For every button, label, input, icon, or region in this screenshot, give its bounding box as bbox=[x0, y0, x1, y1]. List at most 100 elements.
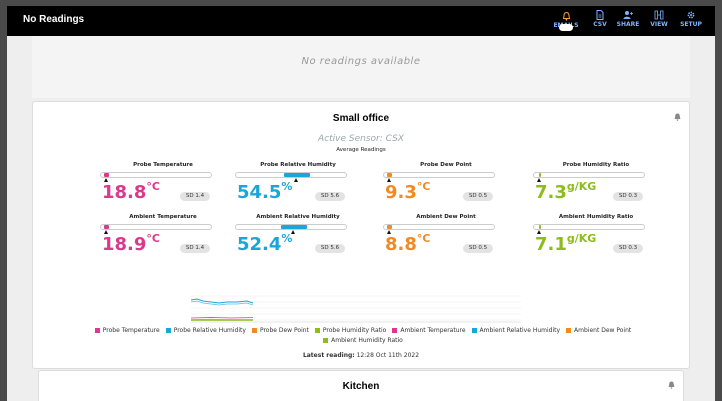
legend-swatch bbox=[165, 328, 171, 333]
legend-label: Probe Humidity Ratio bbox=[322, 327, 387, 334]
metric-label: Probe Dew Point bbox=[420, 162, 472, 168]
no-readings-panel: No readings available bbox=[32, 36, 690, 98]
metric-tile: Ambient Temperature 18.9°C SD 1.4 bbox=[88, 214, 238, 262]
legend-swatch bbox=[94, 328, 100, 333]
legend-item[interactable]: Probe Humidity Ratio bbox=[314, 326, 387, 336]
average-readings-label: Average Readings bbox=[336, 147, 386, 153]
bell-icon[interactable] bbox=[668, 381, 675, 389]
sensor-card-small-office: Small office Active Sensor: CSX Average … bbox=[32, 101, 690, 369]
sd-badge: SD 5.6 bbox=[315, 244, 345, 253]
legend-label: Ambient Relative Humidity bbox=[479, 327, 561, 334]
metric-tile: Ambient Humidity Ratio 7.1g/KG SD 0.3 bbox=[521, 214, 671, 262]
csv-button[interactable]: CSV bbox=[586, 10, 614, 34]
level-bar-fill bbox=[104, 225, 109, 229]
metric-tile: Ambient Relative Humidity 52.4% SD 5.6 bbox=[223, 214, 373, 262]
level-bar bbox=[100, 224, 212, 230]
metric-value: 54.5% bbox=[237, 180, 293, 203]
metric-number: 18.9 bbox=[102, 234, 147, 255]
metric-unit: g/KG bbox=[566, 232, 597, 245]
legend-item[interactable]: Ambient Humidity Ratio bbox=[323, 336, 403, 346]
bell-icon[interactable] bbox=[674, 113, 681, 121]
level-pointer-icon bbox=[293, 178, 298, 182]
metric-tile: Probe Relative Humidity 54.5% SD 5.6 bbox=[223, 162, 373, 210]
legend-item[interactable]: Probe Relative Humidity bbox=[165, 326, 246, 336]
latest-reading-label: Latest reading: bbox=[302, 352, 355, 359]
metric-number: 7.3 bbox=[535, 182, 567, 203]
metric-label: Ambient Temperature bbox=[129, 214, 197, 220]
metric-unit: °C bbox=[146, 232, 160, 245]
legend-swatch bbox=[566, 328, 572, 333]
view-label: VIEW bbox=[650, 21, 668, 28]
view-button[interactable]: VIEW bbox=[645, 10, 673, 34]
active-sensor: Active Sensor: CSX bbox=[318, 134, 404, 144]
chart-grid bbox=[191, 295, 521, 321]
metric-value: 18.9°C bbox=[102, 232, 160, 255]
legend-item[interactable]: Ambient Temperature bbox=[392, 326, 466, 336]
metric-tile: Probe Humidity Ratio 7.3g/KG SD 0.3 bbox=[521, 162, 671, 210]
metric-value: 9.3°C bbox=[385, 180, 430, 203]
card-title: Kitchen bbox=[342, 381, 380, 392]
metric-number: 54.5 bbox=[237, 182, 282, 203]
level-bar bbox=[533, 172, 645, 178]
readings-chart bbox=[190, 295, 521, 323]
metric-value: 8.8°C bbox=[385, 232, 431, 255]
legend-swatch bbox=[323, 338, 329, 343]
setup-label: SETUP bbox=[680, 21, 702, 28]
metric-number: 52.4 bbox=[237, 234, 282, 255]
share-user-icon bbox=[623, 11, 633, 19]
emails-toggle[interactable] bbox=[559, 24, 573, 31]
level-bar bbox=[383, 172, 495, 178]
latest-reading-time: 12:28 Oct 11th 2022 bbox=[356, 352, 420, 359]
metric-tile: Ambient Dew Point 8.8°C SD 0.5 bbox=[371, 214, 521, 262]
level-bar-fill bbox=[283, 173, 310, 177]
level-bar bbox=[533, 224, 645, 230]
view-icon bbox=[654, 10, 664, 20]
top-bar: No Readings EMAILS CSV SHARE VIEW SETUP bbox=[7, 6, 715, 36]
legend-item[interactable]: Probe Dew Point bbox=[251, 326, 309, 336]
legend-label: Probe Dew Point bbox=[259, 327, 309, 334]
level-bar bbox=[383, 224, 495, 230]
metric-value: 7.3g/KG bbox=[535, 180, 597, 203]
metric-unit: °C bbox=[416, 232, 431, 245]
metric-unit: °C bbox=[146, 180, 160, 193]
legend-label: Ambient Humidity Ratio bbox=[331, 337, 403, 344]
legend-item[interactable]: Ambient Relative Humidity bbox=[471, 326, 561, 336]
metric-number: 7.1 bbox=[535, 234, 567, 255]
legend-swatch bbox=[251, 328, 257, 333]
sd-badge: SD 1.4 bbox=[180, 192, 210, 201]
metric-value: 7.1g/KG bbox=[535, 232, 597, 255]
metric-number: 18.8 bbox=[102, 182, 147, 203]
metric-unit: % bbox=[281, 232, 293, 245]
metric-label: Ambient Dew Point bbox=[416, 214, 476, 220]
gear-icon bbox=[687, 11, 695, 19]
metric-unit: % bbox=[281, 180, 293, 193]
metric-number: 8.8 bbox=[385, 234, 417, 255]
legend-label: Ambient Dew Point bbox=[574, 327, 632, 334]
card-title: Small office bbox=[332, 113, 390, 124]
sd-badge: SD 0.3 bbox=[613, 244, 643, 253]
probe-temperature-line bbox=[190, 317, 254, 319]
level-bar bbox=[235, 172, 347, 178]
legend-label: Ambient Temperature bbox=[400, 327, 466, 334]
level-bar-fill bbox=[538, 225, 541, 229]
metric-unit: g/KG bbox=[566, 180, 597, 193]
level-bar-fill bbox=[104, 173, 109, 177]
setup-button[interactable]: SETUP bbox=[677, 10, 705, 34]
level-bar-fill bbox=[387, 225, 392, 229]
legend-label: Probe Temperature bbox=[102, 327, 160, 334]
metric-label: Ambient Relative Humidity bbox=[256, 214, 340, 220]
sd-badge: SD 5.6 bbox=[315, 192, 345, 201]
metric-number: 9.3 bbox=[385, 182, 417, 203]
emails-button[interactable]: EMAILS bbox=[553, 10, 579, 34]
metric-label: Ambient Humidity Ratio bbox=[558, 214, 634, 220]
share-button[interactable]: SHARE bbox=[614, 10, 642, 34]
level-bar bbox=[100, 172, 212, 178]
document-icon bbox=[596, 10, 604, 20]
metric-label: Probe Temperature bbox=[133, 162, 193, 168]
chart-legend: Probe Temperature Probe Relative Humidity… bbox=[63, 326, 663, 346]
metric-label: Probe Relative Humidity bbox=[260, 162, 336, 168]
sd-badge: SD 1.4 bbox=[180, 244, 210, 253]
legend-item[interactable]: Ambient Dew Point bbox=[566, 326, 631, 336]
metric-value: 52.4% bbox=[237, 232, 293, 255]
legend-item[interactable]: Probe Temperature bbox=[94, 326, 160, 336]
